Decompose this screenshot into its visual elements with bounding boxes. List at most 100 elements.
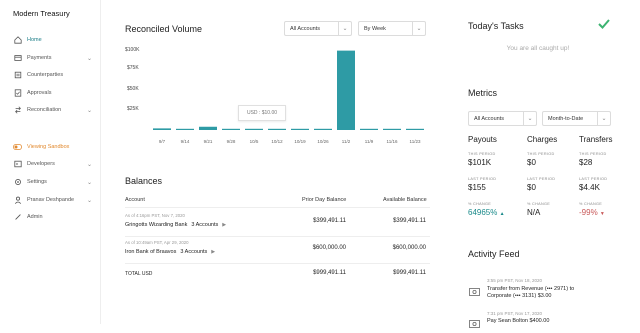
- metric-transfers-title: Transfers: [579, 135, 613, 144]
- sidebar-item-label: Reconciliation: [27, 107, 62, 113]
- sidebar-item-label: Home: [27, 37, 42, 43]
- chevron-down-icon: ⌄: [87, 55, 93, 62]
- x-tick-label: 9/7: [158, 139, 166, 144]
- x-tick-label: 9/21: [203, 139, 213, 144]
- toggle-icon: [13, 143, 22, 152]
- y-tick: $75K: [127, 65, 139, 71]
- tasks-title: Today's Tasks: [468, 21, 524, 31]
- sidebar-item-settings[interactable]: Settings ⌄: [13, 176, 93, 188]
- x-tick-label: 11/23: [409, 139, 421, 144]
- x-tick-label: 11/16: [386, 139, 398, 144]
- sidebar-item-label: Admin: [27, 214, 43, 220]
- bank-name: Iron Bank of Braavos: [125, 249, 177, 255]
- metrics-period-select[interactable]: Month-to-Date ⌄: [542, 111, 611, 126]
- chart-bar[interactable]: [176, 128, 194, 130]
- sidebar-item-label: Viewing Sandbox: [27, 144, 70, 150]
- sidebar-item-label: Developers: [27, 161, 55, 167]
- x-tick-label: 10/5: [249, 139, 259, 144]
- feed-item-text[interactable]: Transfer from Revenue (••• 2971) to Corp…: [487, 286, 597, 300]
- account-select-value: All Accounts: [290, 25, 320, 32]
- metric-value: $0: [527, 158, 536, 167]
- period-select[interactable]: By Week ⌄: [358, 21, 426, 36]
- chart-bar[interactable]: [314, 128, 332, 130]
- reconciled-volume-chart: [153, 50, 424, 131]
- metrics-period-value: Month-to-Date: [548, 115, 584, 122]
- chevron-down-icon: ⌄: [87, 197, 93, 204]
- row-meta: As of 4:16pm PST, Nov 7, 2020: [125, 213, 185, 218]
- metric-label: LAST PERIOD: [527, 177, 556, 181]
- payments-icon: [13, 54, 22, 63]
- chevron-down-icon: ⌄: [412, 22, 425, 35]
- balance-row-bank[interactable]: Gringotts Wizarding Bank 3 Accounts ▶: [125, 222, 226, 228]
- metric-label: % CHANGE: [468, 202, 492, 206]
- sidebar-item-counterparties[interactable]: Counterparties: [13, 69, 93, 81]
- metric-value: $155: [468, 183, 486, 192]
- divider: [125, 236, 430, 237]
- change-value: 64965%: [468, 208, 498, 217]
- sidebar-item-sandbox[interactable]: Viewing Sandbox: [13, 141, 93, 153]
- feed-item-time: 7:31 pm PST, Nov 17, 2020: [487, 311, 543, 316]
- col-available-balance: Available Balance: [383, 197, 427, 203]
- col-prior-balance: Prior Day Balance: [302, 197, 347, 203]
- y-tick: $100K: [125, 47, 140, 53]
- col-account: Account: [125, 197, 145, 203]
- metric-payouts-title: Payouts: [468, 135, 497, 144]
- total-available-balance: $999,491.11: [393, 270, 426, 276]
- x-tick-label: 10/19: [294, 139, 306, 144]
- divider: [125, 263, 430, 264]
- chart-bar[interactable]: [360, 128, 378, 130]
- chart-bar[interactable]: [199, 126, 217, 130]
- sidebar-item-reconciliation[interactable]: Reconciliation ⌄: [13, 104, 93, 116]
- x-tick-label: 11/2: [341, 139, 351, 144]
- developers-icon: [13, 160, 22, 169]
- chart-bar[interactable]: [337, 50, 355, 131]
- triangle-up-icon: ▲: [499, 211, 505, 217]
- chart-bar[interactable]: [222, 128, 240, 130]
- sidebar-item-label: Pranav Deshpande: [27, 196, 75, 203]
- total-label: TOTAL USD: [125, 271, 153, 277]
- chart-bar[interactable]: [245, 128, 263, 130]
- metric-value: $0: [527, 183, 536, 192]
- money-icon: [469, 315, 480, 328]
- tasks-empty-message: You are all caught up!: [506, 45, 570, 52]
- gear-icon: [13, 178, 22, 187]
- prior-balance: $399,491.11: [313, 218, 346, 224]
- chart-bar[interactable]: [383, 128, 401, 130]
- y-tick: $25K: [127, 106, 139, 112]
- home-icon: [13, 36, 22, 45]
- feed-item-time: 3:55 pm PST, Nov 18, 2020: [487, 278, 543, 283]
- available-balance: $600,000.00: [392, 245, 426, 251]
- account-count: 3 Accounts: [191, 222, 219, 228]
- sidebar-item-label: Approvals: [27, 90, 52, 96]
- sidebar-item-approvals[interactable]: Approvals: [13, 87, 93, 99]
- sidebar-item-home[interactable]: Home: [13, 34, 93, 46]
- chevron-down-icon: ⌄: [597, 112, 610, 125]
- row-meta: As of 10:49am PST, Apr 29, 2020: [125, 240, 189, 245]
- metric-label: THIS PERIOD: [527, 152, 555, 156]
- user-icon: [13, 196, 22, 205]
- metric-charges-title: Charges: [527, 135, 558, 144]
- balance-row-bank[interactable]: Iron Bank of Braavos 3 Accounts ▶: [125, 249, 215, 255]
- triangle-down-icon: ▼: [599, 211, 605, 217]
- account-select[interactable]: All Accounts ⌄: [284, 21, 352, 36]
- metric-change: 64965% ▲: [468, 208, 505, 217]
- chart-bar[interactable]: [406, 128, 424, 130]
- reconciliation-icon: [13, 106, 22, 115]
- available-balance: $399,491.11: [393, 218, 426, 224]
- metrics-account-select[interactable]: All Accounts ⌄: [468, 111, 537, 126]
- checkmark-icon: [597, 17, 611, 35]
- metric-change: N/A: [527, 208, 541, 217]
- divider: [125, 207, 430, 208]
- metric-value: $4.4K: [579, 183, 600, 192]
- sidebar-item-profile[interactable]: Pranav Deshpande ⌄: [13, 191, 93, 209]
- chart-bar[interactable]: [291, 128, 309, 130]
- metric-value: $101K: [468, 158, 492, 167]
- chart-bar[interactable]: [268, 128, 286, 130]
- chart-bar[interactable]: [153, 128, 171, 130]
- chevron-down-icon: ⌄: [87, 179, 93, 186]
- sidebar-item-payments[interactable]: Payments ⌄: [13, 52, 93, 64]
- x-tick-label: 10/12: [271, 139, 283, 144]
- sidebar-item-developers[interactable]: Developers ⌄: [13, 158, 93, 170]
- sidebar-item-admin[interactable]: Admin: [13, 211, 93, 223]
- total-prior-balance: $999,491.11: [313, 270, 346, 276]
